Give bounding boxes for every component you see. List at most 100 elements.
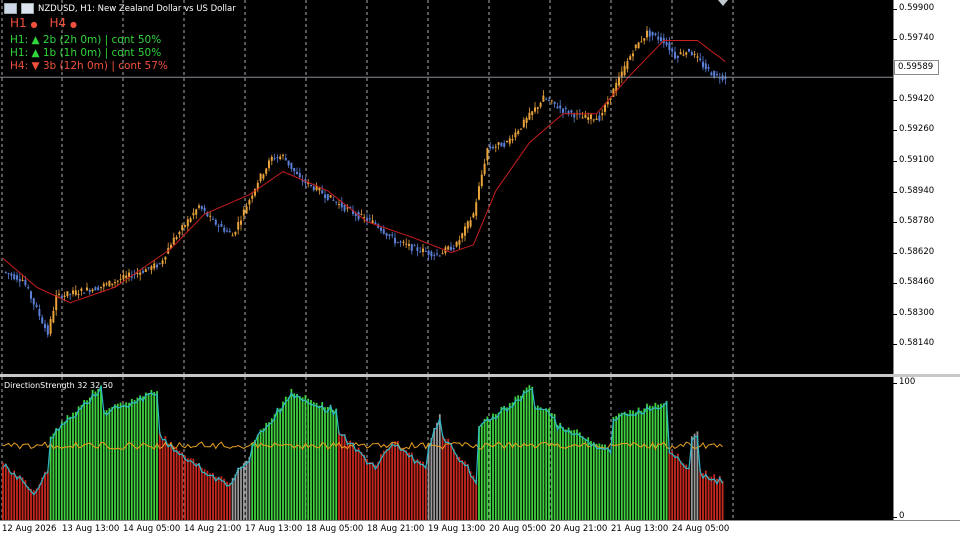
bull-candle — [172, 237, 175, 245]
strength-bar — [335, 408, 338, 520]
bear-candle — [343, 205, 346, 211]
strength-bar — [419, 460, 422, 520]
bull-candle — [248, 200, 251, 205]
bull-candle — [522, 119, 525, 128]
strength-bar — [321, 402, 324, 520]
time-tick: 19 Aug 13:00 — [428, 524, 486, 534]
time-tick: 12 Aug 2026 — [2, 524, 57, 534]
bear-candle — [24, 279, 27, 286]
bull-candle — [360, 213, 363, 215]
strength-bar — [324, 407, 326, 520]
strength-bar — [186, 458, 189, 520]
strength-bar — [637, 407, 640, 520]
strength-bar — [214, 476, 217, 520]
strength-bar — [601, 444, 604, 520]
strength-bar — [598, 443, 601, 520]
strength-bar — [480, 423, 483, 520]
strength-bar — [444, 439, 447, 520]
price-tick: 0.58300 — [892, 308, 935, 318]
bull-candle — [542, 95, 545, 102]
strength-bar — [511, 402, 514, 520]
bear-candle — [450, 246, 452, 251]
strength-bar — [469, 471, 472, 520]
strength-bar — [651, 406, 654, 520]
bull-candle — [480, 174, 483, 187]
price-tick: 0.58140 — [892, 338, 935, 348]
chart-window[interactable]: { "window": { "title": "NZDUSD, H1: New … — [0, 0, 960, 538]
chart-type-icon[interactable] — [21, 3, 34, 14]
bull-candle — [581, 117, 584, 119]
bull-candle — [114, 282, 116, 284]
bear-candle — [30, 291, 32, 299]
strength-bar — [237, 467, 240, 520]
bear-candle — [410, 244, 413, 251]
bull-candle — [192, 212, 195, 216]
strength-bar — [223, 478, 226, 520]
bear-candle — [16, 275, 18, 280]
bull-candle — [472, 213, 475, 218]
strength-bar — [251, 442, 254, 520]
strength-bar — [172, 446, 175, 520]
bear-candle — [657, 36, 660, 40]
strength-bar — [100, 385, 102, 520]
indicator-panel[interactable] — [0, 377, 893, 520]
time-axis[interactable]: 12 Aug 2026 13 Aug 13:00 14 Aug 05:00 14… — [0, 520, 960, 538]
tf-status-h4: H4 ● — [49, 16, 77, 30]
strength-bar — [573, 429, 576, 520]
bear-candle — [690, 51, 693, 56]
strength-bar — [556, 424, 559, 520]
bull-candle — [640, 41, 643, 43]
bull-candle — [550, 100, 553, 102]
bull-candle — [508, 138, 511, 144]
signal-line-2: H1: ▲ 1b (1h 0m) | cont 50% — [10, 47, 162, 59]
bear-candle — [69, 293, 72, 295]
bull-candle — [469, 220, 472, 227]
bear-candle — [312, 186, 315, 191]
strength-bar — [391, 442, 394, 520]
bear-candle — [388, 234, 391, 236]
bear-candle — [374, 222, 377, 225]
strength-bar — [581, 436, 584, 520]
strength-bar — [2, 462, 4, 520]
strength-bar — [349, 440, 352, 520]
strength-bar — [128, 402, 130, 520]
price-chart-panel[interactable]: NZDUSD, H1: New Zealand Dollar vs US Dol… — [0, 0, 893, 374]
strength-bar — [458, 456, 461, 520]
strength-bar — [270, 418, 273, 520]
strength-bar — [492, 413, 494, 520]
strength-histogram — [2, 385, 724, 520]
indicator-tick: 100 — [892, 377, 916, 387]
bull-candle — [86, 287, 88, 291]
strength-bar — [268, 422, 270, 520]
strength-bar — [265, 422, 268, 520]
strength-bar — [643, 408, 646, 520]
bear-candle — [88, 289, 91, 293]
strength-bar — [130, 398, 133, 520]
strength-bar — [158, 432, 161, 520]
bull-candle — [122, 274, 125, 280]
price-tick: 0.59740 — [892, 33, 935, 43]
bear-candle — [220, 224, 223, 227]
bull-candle — [629, 56, 632, 60]
strength-bar — [416, 459, 419, 520]
bull-candle — [497, 142, 500, 145]
strength-bar — [248, 456, 251, 520]
strength-bar — [55, 428, 58, 520]
strength-bar — [553, 413, 556, 520]
price-scale[interactable]: 0.59900 0.59740 0.59420 0.59260 0.59100 … — [892, 0, 960, 374]
indicator-svg[interactable] — [0, 377, 893, 520]
bull-candle — [584, 114, 587, 118]
time-tick: 14 Aug 21:00 — [184, 524, 242, 534]
bull-candle — [646, 30, 648, 38]
bear-candle — [562, 108, 564, 113]
bull-candle — [49, 319, 52, 334]
strength-bar — [410, 452, 413, 520]
window-menu-icon[interactable] — [4, 3, 17, 14]
bear-candle — [273, 158, 276, 160]
strength-bar — [203, 469, 206, 520]
indicator-scale[interactable]: 100 0 — [892, 377, 960, 521]
strength-bar — [77, 406, 80, 520]
chart-shift-marker-icon[interactable] — [718, 0, 728, 6]
strength-bar — [133, 399, 136, 520]
bull-candle — [514, 132, 517, 138]
